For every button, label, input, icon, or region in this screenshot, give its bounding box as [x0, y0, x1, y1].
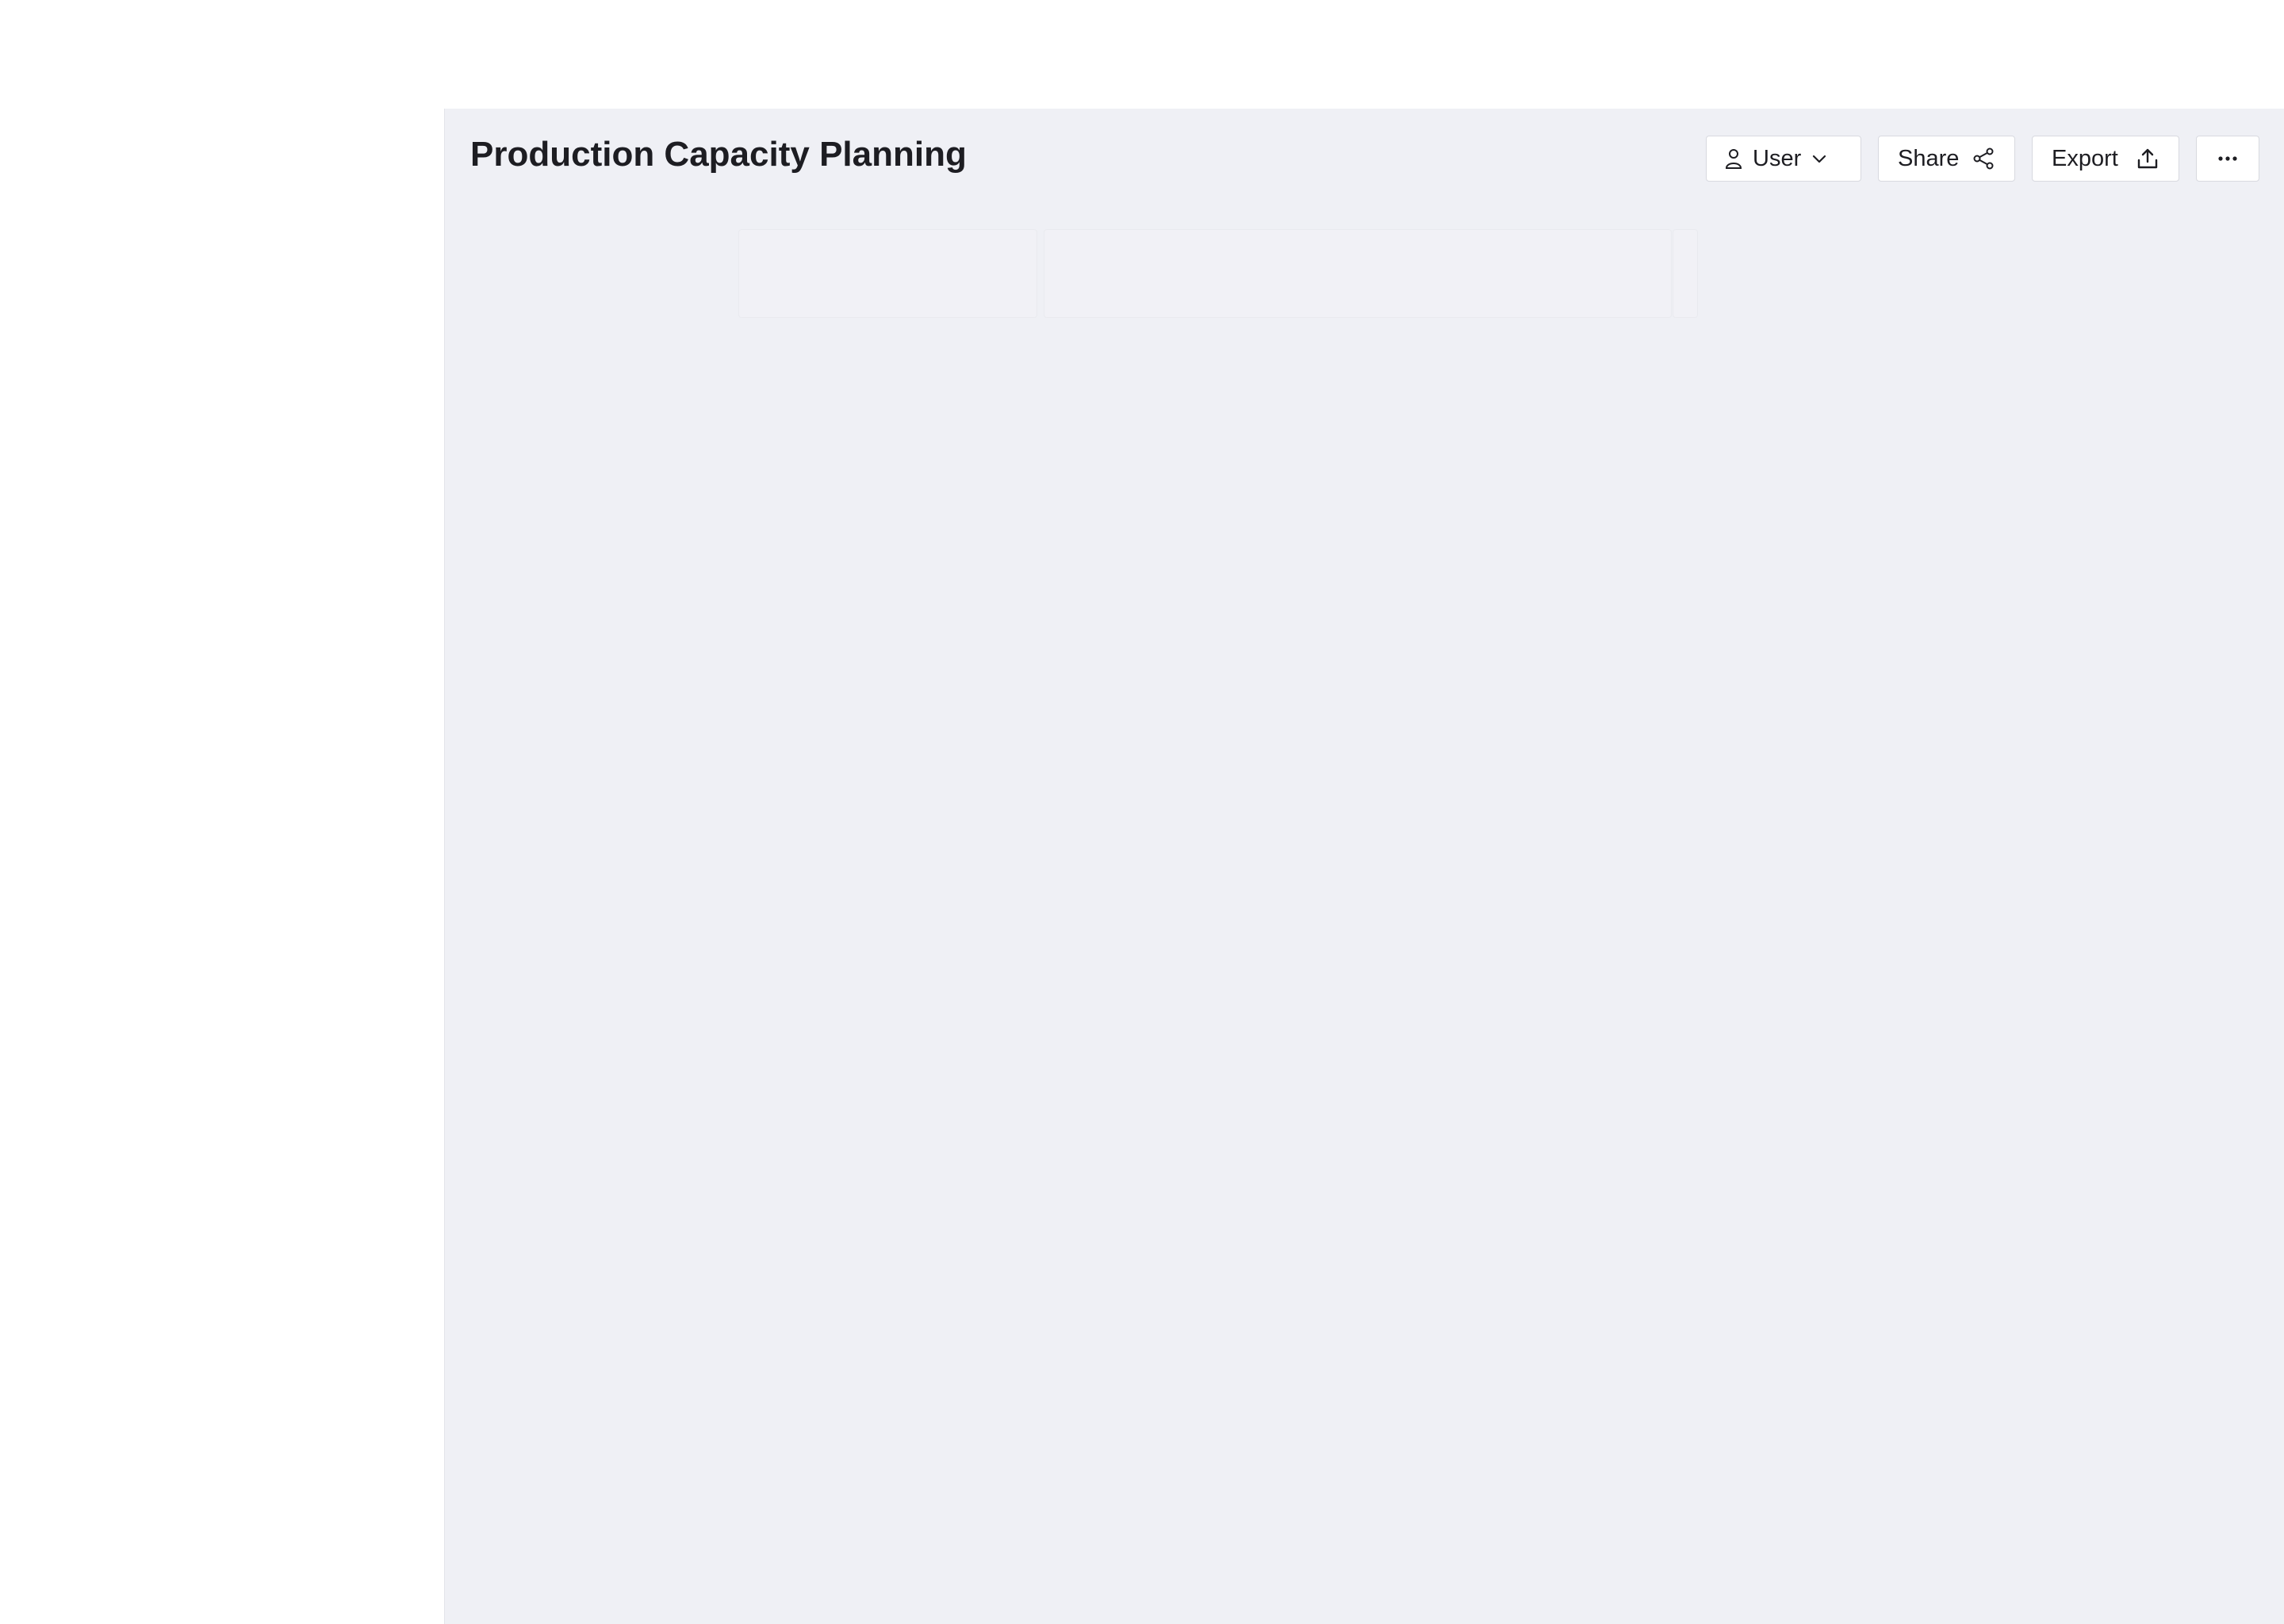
share-button[interactable]: Share	[1878, 136, 2015, 182]
user-button-label: User	[1753, 145, 1802, 171]
share-button-label: Share	[1898, 145, 1960, 171]
more-options-button[interactable]	[2196, 136, 2259, 182]
more-icon	[2217, 155, 2238, 162]
export-button-label: Export	[2052, 145, 2118, 171]
placeholder-panel	[738, 229, 1037, 318]
top-blank-area	[444, 0, 2284, 109]
export-icon	[2136, 147, 2159, 170]
user-button[interactable]: User	[1706, 136, 1861, 182]
share-icon	[1972, 147, 1995, 170]
page-title: Production Capacity Planning	[470, 135, 967, 174]
left-blank-area	[0, 0, 444, 1624]
user-icon	[1724, 147, 1743, 170]
dashboard-panel: Production Capacity Planning User Share	[444, 109, 2284, 1624]
placeholder-panel	[1673, 229, 1698, 318]
export-button[interactable]: Export	[2032, 136, 2179, 182]
placeholder-panel	[1044, 229, 1672, 318]
chevron-down-icon	[1811, 150, 1828, 167]
toolbar: User Share Export	[1706, 136, 2259, 182]
